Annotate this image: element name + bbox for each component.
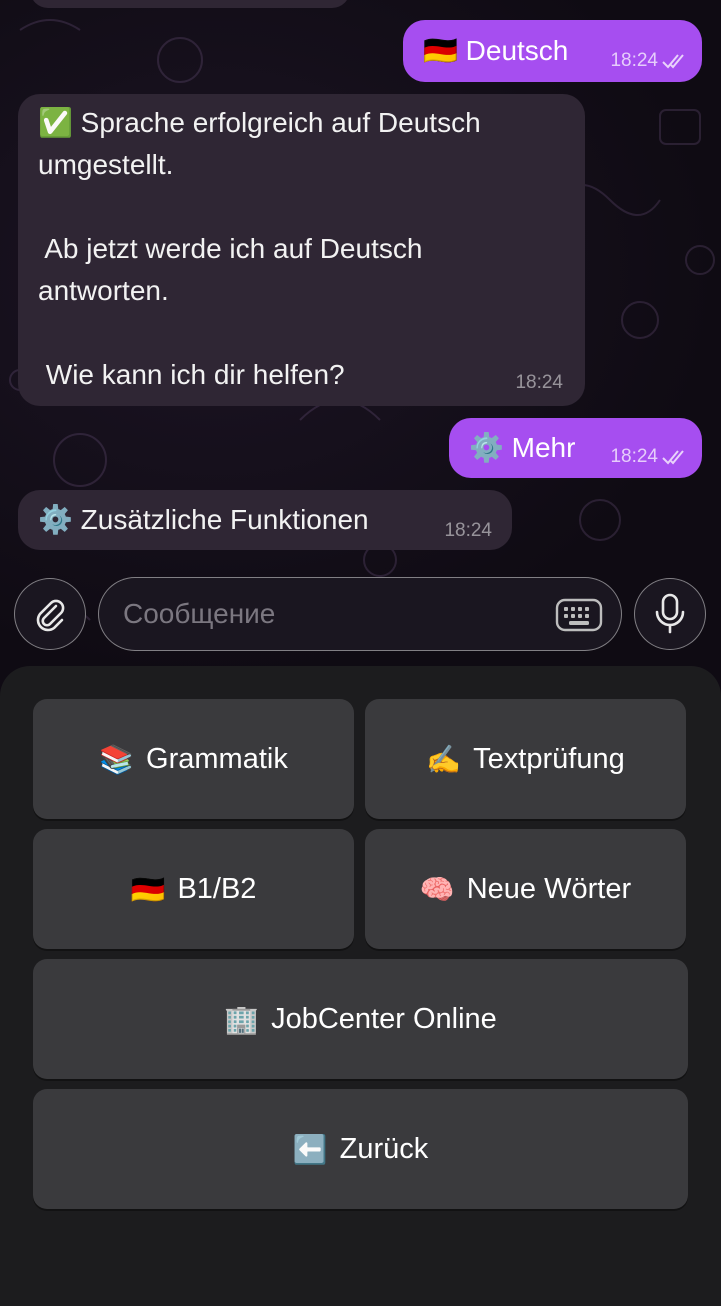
grammatik-button[interactable]: 📚 Grammatik xyxy=(33,699,354,819)
double-check-icon xyxy=(662,450,684,465)
message-time: 18:24 xyxy=(444,520,492,541)
message-composer: Сообщение xyxy=(0,570,721,660)
voice-message-button[interactable] xyxy=(634,578,706,650)
message-time: 18:24 xyxy=(610,50,658,71)
double-check-icon xyxy=(662,54,684,69)
outgoing-message[interactable]: ⚙️ Mehr 18:24 xyxy=(449,418,702,478)
microphone-icon xyxy=(655,593,685,634)
writing-hand-icon: ✍️ xyxy=(426,743,462,775)
button-label: Textprüfung xyxy=(473,742,625,775)
chat-background: 🇩🇪 Deutsch 18:24 ✅ Sprache erfolgreich a… xyxy=(0,0,721,680)
message-text: Deutsch xyxy=(465,35,569,66)
brain-icon: 🧠 xyxy=(419,873,455,905)
message-line: umgestellt. xyxy=(38,149,174,180)
keyboard-icon[interactable] xyxy=(555,598,603,632)
message-time: 18:24 xyxy=(515,372,563,393)
previous-message-fragment xyxy=(30,0,350,8)
incoming-message[interactable]: ⚙️ Zusätzliche Funktionen 18:24 xyxy=(18,490,512,550)
germany-flag-icon: 🇩🇪 xyxy=(130,873,166,905)
germany-flag-icon: 🇩🇪 xyxy=(423,35,458,66)
textpruefung-button[interactable]: ✍️ Textprüfung xyxy=(365,699,686,819)
back-arrow-icon: ⬅️ xyxy=(292,1133,328,1165)
button-label: B1/B2 xyxy=(177,872,257,905)
zurueck-button[interactable]: ⬅️ Zurück xyxy=(33,1089,688,1209)
office-building-icon: 🏢 xyxy=(224,1003,260,1035)
message-line: ✅ Sprache erfolgreich auf Deutsch xyxy=(38,107,481,138)
message-input-placeholder: Сообщение xyxy=(123,598,276,629)
gear-icon: ⚙️ xyxy=(469,432,504,463)
button-label: JobCenter Online xyxy=(271,1002,497,1035)
message-line: antworten. xyxy=(38,275,169,306)
message-input[interactable]: Сообщение xyxy=(98,577,622,651)
message-text: Mehr xyxy=(511,432,576,463)
message-line: Wie kann ich dir helfen? xyxy=(38,359,345,390)
button-label: Neue Wörter xyxy=(466,872,632,905)
b1-b2-button[interactable]: 🇩🇪 B1/B2 xyxy=(33,829,354,949)
button-label: Grammatik xyxy=(146,742,288,775)
attach-button[interactable] xyxy=(14,578,86,650)
message-text: Zusätzliche Funktionen xyxy=(80,504,369,535)
jobcenter-online-button[interactable]: 🏢 JobCenter Online xyxy=(33,959,688,1079)
outgoing-message[interactable]: 🇩🇪 Deutsch 18:24 xyxy=(403,20,702,82)
books-icon: 📚 xyxy=(99,743,135,775)
bot-keyboard: 📚 Grammatik ✍️ Textprüfung 🇩🇪 B1/B2 🧠 Ne… xyxy=(0,666,721,1306)
paperclip-icon xyxy=(36,599,65,632)
message-time: 18:24 xyxy=(610,446,658,467)
neue-woerter-button[interactable]: 🧠 Neue Wörter xyxy=(365,829,686,949)
message-line xyxy=(38,312,481,354)
message-line: Ab jetzt werde ich auf Deutsch xyxy=(38,233,423,264)
message-line xyxy=(38,186,481,228)
button-label: Zurück xyxy=(339,1132,429,1165)
incoming-message[interactable]: ✅ Sprache erfolgreich auf Deutsch umgest… xyxy=(18,94,585,406)
gear-icon: ⚙️ xyxy=(38,504,73,535)
